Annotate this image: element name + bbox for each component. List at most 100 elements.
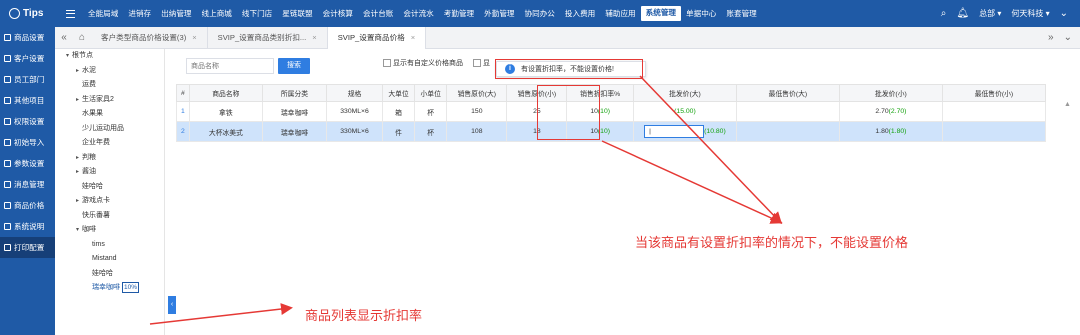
leftnav-item[interactable]: 打印配置	[0, 237, 55, 258]
min-price-small-cell[interactable]	[941, 121, 1047, 142]
leftnav-item[interactable]: 权限设置	[0, 111, 55, 132]
tree-node[interactable]: 运费	[55, 78, 164, 93]
tabs-back-icon[interactable]: «	[55, 32, 73, 43]
tree-node[interactable]: Mistand	[55, 252, 164, 267]
tree-expand-icon[interactable]: ▸	[73, 165, 82, 180]
wholesale-big-cell[interactable]: (15.00)	[632, 101, 737, 122]
table-row[interactable]: 2 大杯冰美式 瑞幸咖啡 330ML×6 件杯 108 18 10(10) | (10.80) 1.…	[176, 121, 1047, 142]
tree-node[interactable]: ▾ 根节点	[55, 49, 164, 64]
tree-expand-icon[interactable]: ▸	[73, 93, 82, 108]
company-selector[interactable]: 何天科技 ▾	[1011, 8, 1049, 19]
home-icon[interactable]: ⌂	[73, 32, 91, 43]
tab[interactable]: SVIP_设置商品类别折扣... ×	[208, 26, 328, 49]
tree-node[interactable]: 少儿运动用品	[55, 122, 164, 137]
custom-price-checkbox[interactable]: 显示有自定义价格商品	[383, 58, 463, 68]
column-header[interactable]: 最低售价(小)	[941, 84, 1047, 102]
tree-node[interactable]: ▸ 生活家具2	[55, 93, 164, 108]
menu-item[interactable]: 协同办公	[520, 0, 560, 27]
menu-item[interactable]: 线下门店	[237, 0, 277, 27]
cell-value[interactable]: |	[644, 125, 705, 138]
leftnav-item[interactable]: 初始导入	[0, 132, 55, 153]
bell-icon[interactable]: 🔔︎	[956, 8, 969, 19]
menu-item[interactable]: 进销存	[123, 0, 156, 27]
leftnav-item[interactable]: 参数设置	[0, 153, 55, 174]
tree-expand-icon[interactable]: ▾	[63, 49, 72, 64]
menu-item[interactable]: 单据中心	[681, 0, 721, 27]
tree-expand-icon[interactable]: ▸	[73, 64, 82, 79]
tree-node[interactable]: 瑞幸咖啡 10%	[55, 281, 164, 296]
leftnav-label: 客户设置	[14, 54, 45, 63]
tree-expand-icon[interactable]: ▸	[73, 194, 82, 209]
leftnav-item[interactable]: 消息管理	[0, 174, 55, 195]
tab[interactable]: SVIP_设置商品价格 ×	[327, 26, 427, 49]
tree-node[interactable]: ▸ 酱油	[55, 165, 164, 180]
menu-item[interactable]: 辅助应用	[600, 0, 640, 27]
tabs-dropdown-icon[interactable]: ⌄	[1064, 32, 1072, 43]
column-header[interactable]: 销售原价(大)	[446, 84, 508, 102]
column-header[interactable]: 批发价(小)	[838, 84, 943, 102]
close-icon[interactable]: ×	[411, 33, 415, 42]
menu-item[interactable]: 会计核算	[318, 0, 358, 27]
tree-node-label: 水泥	[82, 66, 96, 74]
menu-item[interactable]: 投入费用	[560, 0, 600, 27]
column-header[interactable]: 所属分类	[261, 84, 328, 102]
column-header[interactable]: 规格	[326, 84, 383, 102]
brand[interactable]: Tips	[0, 8, 66, 19]
menu-item[interactable]: 全能局域	[83, 0, 123, 27]
tree-node[interactable]: 快乐番薯	[55, 209, 164, 224]
menu-item[interactable]: 会计流水	[398, 0, 438, 27]
filter-checks: 显示有自定义价格商品 显	[383, 58, 490, 68]
tab[interactable]: 客户类型商品价格设置(3) ×	[91, 26, 208, 49]
menu-item[interactable]: 星链联盟	[277, 0, 317, 27]
menu-item[interactable]: 会计台账	[358, 0, 398, 27]
min-price-big-cell[interactable]	[735, 121, 840, 142]
min-price-big-cell[interactable]	[735, 101, 840, 122]
tree-node[interactable]: tims	[55, 238, 164, 253]
column-header[interactable]: 小单位	[414, 84, 448, 102]
menu-item[interactable]: 线上商城	[197, 0, 237, 27]
leftnav-item[interactable]: 其他项目	[0, 90, 55, 111]
search-icon[interactable]: ⌕	[941, 8, 947, 19]
chevron-down-icon[interactable]: ⌄	[1060, 8, 1068, 19]
column-header[interactable]: 批发价(大)	[632, 84, 737, 102]
column-header[interactable]: #	[176, 84, 190, 102]
table-row[interactable]: 1 拿铁 瑞幸咖啡 330ML×6 箱杯 150 25 10(10) (15.00) 2.70(2…	[176, 101, 1047, 122]
tree-expand-icon[interactable]: ▸	[73, 151, 82, 166]
tree-node[interactable]: 企业年费	[55, 136, 164, 151]
leftnav-item[interactable]: 员工部门	[0, 69, 55, 90]
tree-node[interactable]: 水果果	[55, 107, 164, 122]
close-icon[interactable]: ×	[312, 33, 316, 42]
tree-node[interactable]: ▸ 判粮	[55, 151, 164, 166]
wholesale-big-cell[interactable]: | (10.80)	[632, 121, 737, 142]
search-input[interactable]	[186, 58, 274, 74]
leftnav-item[interactable]: 客户设置	[0, 48, 55, 69]
menu-item[interactable]: 系统管理	[640, 6, 682, 21]
menu-item[interactable]: 外勤管理	[479, 0, 519, 27]
collapse-tree-button[interactable]: ‹	[168, 296, 176, 314]
leftnav-item[interactable]: 商品价格	[0, 195, 55, 216]
wholesale-small-cell[interactable]: 1.80(1.80)	[838, 121, 943, 142]
menu-item[interactable]: 考勤管理	[439, 0, 479, 27]
leftnav-item[interactable]: 商品设置	[0, 27, 55, 48]
tree-node[interactable]: 娃哈哈	[55, 267, 164, 282]
leftnav-item[interactable]: 系统说明	[0, 216, 55, 237]
scroll-up-icon[interactable]: ▲	[1064, 101, 1072, 125]
search-button[interactable]: 搜索	[278, 58, 310, 74]
tree-node[interactable]: 娃哈哈	[55, 180, 164, 195]
column-header[interactable]: 最低售价(大)	[735, 84, 840, 102]
column-header[interactable]: 商品名称	[188, 84, 263, 102]
column-header[interactable]: 大单位	[381, 84, 416, 102]
tabs-forward-icon[interactable]: »	[1048, 32, 1054, 43]
tree-node[interactable]: ▾ 咖啡	[55, 223, 164, 238]
menu-item[interactable]: 出纳管理	[156, 0, 196, 27]
menu-toggle-icon[interactable]	[66, 9, 75, 18]
branch-selector[interactable]: 总部 ▾	[979, 8, 1001, 19]
menu-item[interactable]: 账套管理	[721, 0, 761, 27]
wholesale-small-cell[interactable]: 2.70(2.70)	[838, 101, 943, 122]
min-price-small-cell[interactable]	[941, 101, 1047, 122]
tree-node[interactable]: ▸ 水泥	[55, 64, 164, 79]
tree-node[interactable]: ▸ 游戏点卡	[55, 194, 164, 209]
close-icon[interactable]: ×	[192, 33, 196, 42]
tree-expand-icon[interactable]: ▾	[73, 223, 82, 238]
other-checkbox[interactable]: 显	[473, 58, 490, 68]
